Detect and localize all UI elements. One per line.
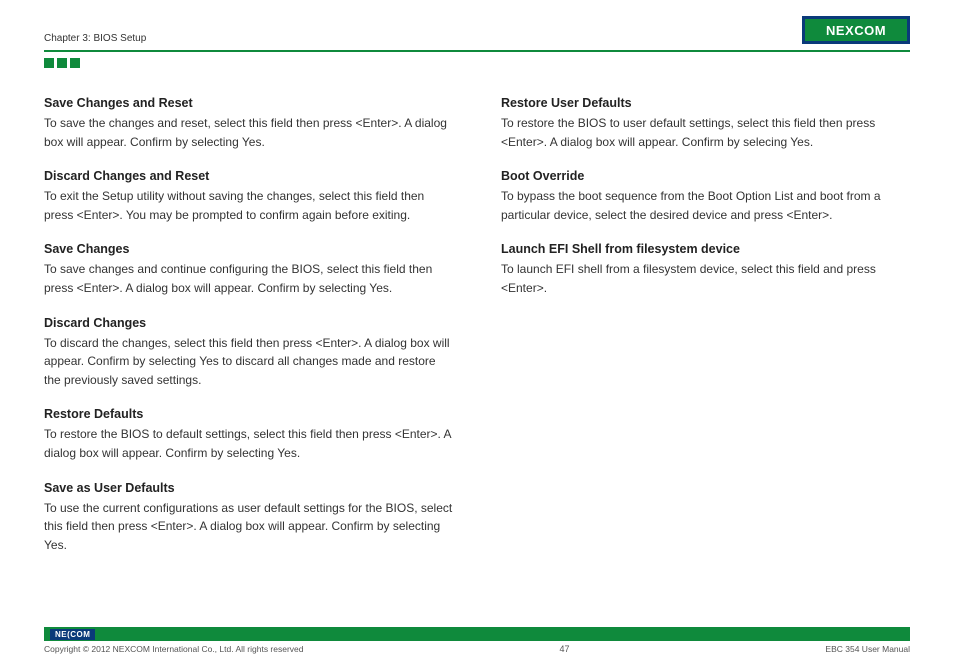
section-body: To use the current configurations as use… — [44, 499, 453, 555]
section-body: To save the changes and reset, select th… — [44, 114, 453, 151]
page-footer: NE(COM Copyright © 2012 NEXCOM Internati… — [44, 627, 910, 654]
manual-name: EBC 354 User Manual — [825, 644, 910, 654]
left-column: Save Changes and Reset To save the chang… — [44, 96, 453, 572]
section-heading: Discard Changes — [44, 316, 453, 330]
section-save-changes: Save Changes To save changes and continu… — [44, 242, 453, 297]
chapter-label: Chapter 3: BIOS Setup — [44, 33, 146, 44]
footer-logo: NE(COM — [50, 629, 95, 640]
section-save-as-user-defaults: Save as User Defaults To use the current… — [44, 481, 453, 555]
section-heading: Boot Override — [501, 169, 910, 183]
section-body: To launch EFI shell from a filesystem de… — [501, 260, 910, 297]
section-restore-user-defaults: Restore User Defaults To restore the BIO… — [501, 96, 910, 151]
section-body: To discard the changes, select this fiel… — [44, 334, 453, 390]
section-boot-override: Boot Override To bypass the boot sequenc… — [501, 169, 910, 224]
section-body: To restore the BIOS to default settings,… — [44, 425, 453, 462]
top-divider — [44, 50, 910, 52]
section-save-changes-and-reset: Save Changes and Reset To save the chang… — [44, 96, 453, 151]
section-body: To bypass the boot sequence from the Boo… — [501, 187, 910, 224]
right-column: Restore User Defaults To restore the BIO… — [501, 96, 910, 572]
section-heading: Discard Changes and Reset — [44, 169, 453, 183]
section-launch-efi-shell: Launch EFI Shell from filesystem device … — [501, 242, 910, 297]
section-heading: Restore User Defaults — [501, 96, 910, 110]
section-body: To restore the BIOS to user default sett… — [501, 114, 910, 151]
page-number: 47 — [559, 644, 569, 654]
section-heading: Restore Defaults — [44, 407, 453, 421]
section-restore-defaults: Restore Defaults To restore the BIOS to … — [44, 407, 453, 462]
brand-logo-text: NEXCOM — [826, 23, 886, 38]
section-heading: Save Changes — [44, 242, 453, 256]
section-heading: Launch EFI Shell from filesystem device — [501, 242, 910, 256]
decorative-squares — [44, 58, 910, 68]
section-body: To save changes and continue configuring… — [44, 260, 453, 297]
section-heading: Save as User Defaults — [44, 481, 453, 495]
content-columns: Save Changes and Reset To save the chang… — [44, 96, 910, 572]
section-discard-changes-and-reset: Discard Changes and Reset To exit the Se… — [44, 169, 453, 224]
section-heading: Save Changes and Reset — [44, 96, 453, 110]
footer-bar: NE(COM — [44, 627, 910, 641]
section-discard-changes: Discard Changes To discard the changes, … — [44, 316, 453, 390]
copyright-text: Copyright © 2012 NEXCOM International Co… — [44, 644, 304, 654]
brand-logo: NEXCOM — [802, 16, 910, 44]
section-body: To exit the Setup utility without saving… — [44, 187, 453, 224]
